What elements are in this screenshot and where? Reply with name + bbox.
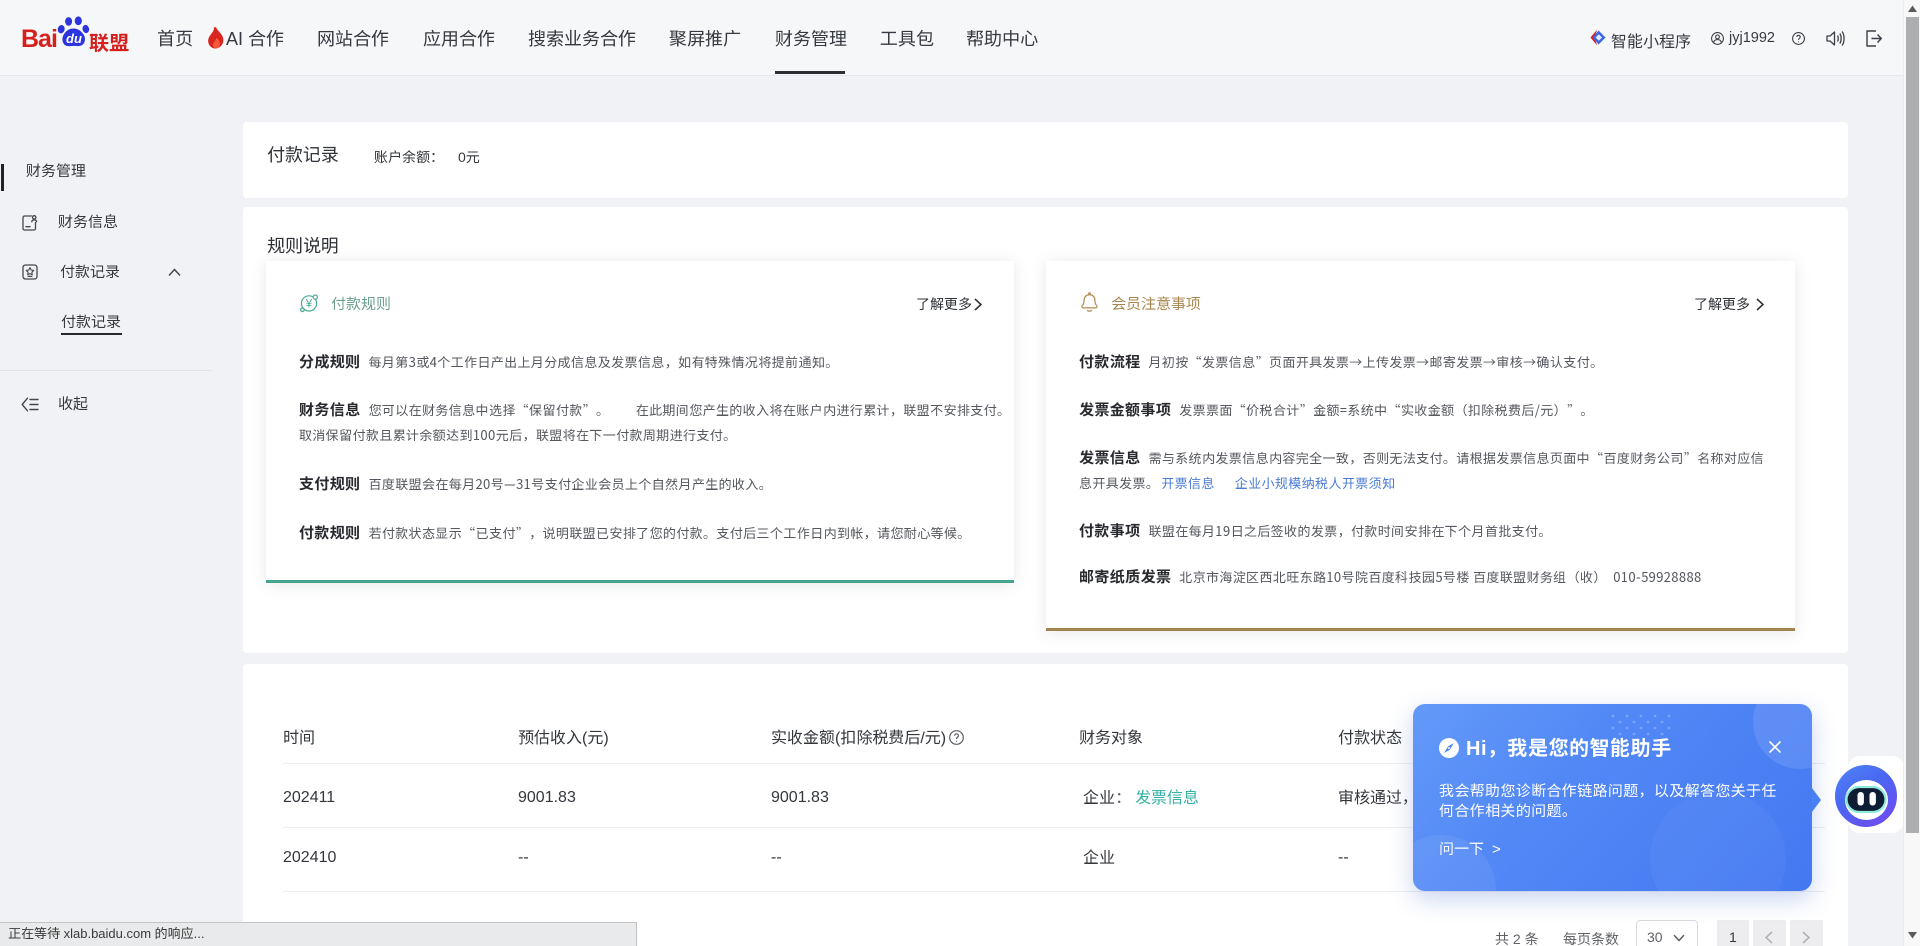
svg-text:du: du <box>66 31 82 46</box>
svg-text:¥: ¥ <box>305 299 313 311</box>
